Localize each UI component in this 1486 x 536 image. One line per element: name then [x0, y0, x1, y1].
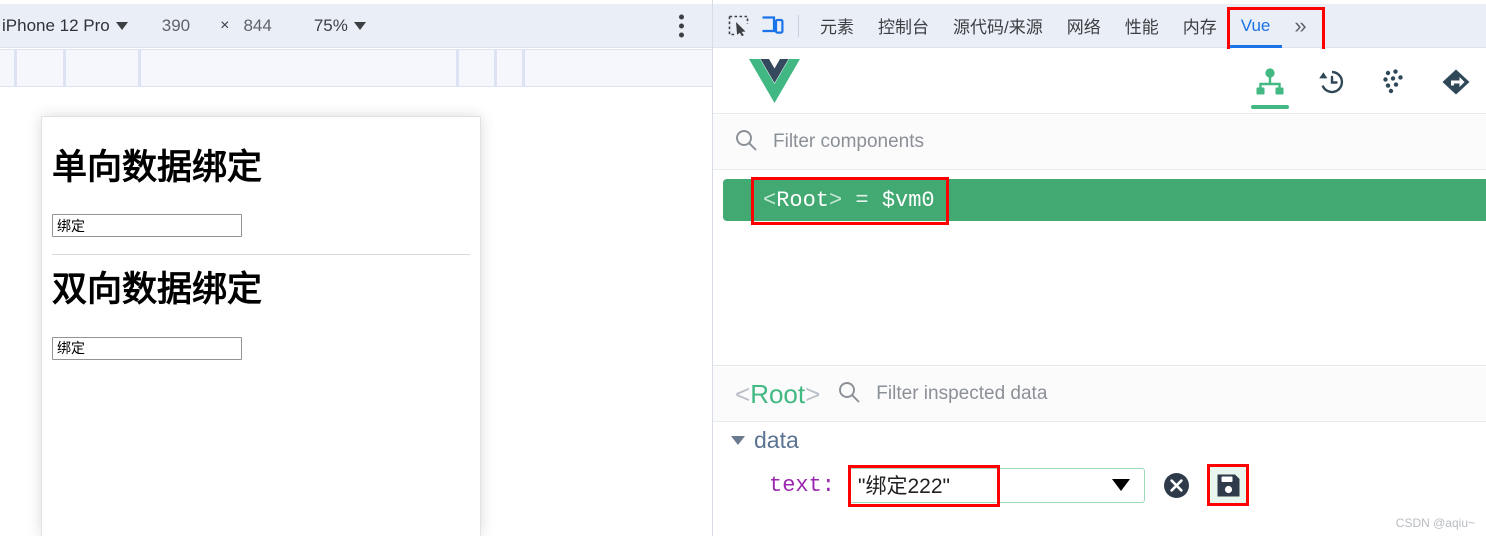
ruler-tick: [63, 50, 66, 86]
triangle-down-icon[interactable]: [731, 436, 745, 445]
ruler-tick: [138, 50, 141, 86]
viewport-ruler[interactable]: [0, 49, 712, 87]
tab-vue[interactable]: Vue: [1226, 4, 1325, 53]
angle-open: <: [735, 378, 751, 409]
vue-tool-tabs: [1239, 49, 1486, 114]
inspected-component-label: <Root>: [735, 379, 820, 410]
viewport-height-input[interactable]: 844: [243, 16, 271, 36]
kebab-dot: [679, 14, 684, 19]
toolbar-divider: [798, 14, 799, 37]
component-tree: <Root> = $vm0: [713, 171, 1486, 366]
zoom-selector[interactable]: 75%: [314, 16, 366, 36]
ruler-tick: [14, 50, 17, 86]
inspected-component-name: Root: [750, 378, 806, 409]
kebab-dot: [679, 23, 684, 28]
data-field-row: text: "绑定222": [769, 464, 1250, 507]
data-field-name: text:: [769, 472, 836, 498]
angle-open: <: [763, 187, 777, 213]
tab-sources[interactable]: 源代码/来源: [941, 4, 1055, 48]
dimension-separator: ×: [220, 16, 230, 34]
tree-row-label: <Root> = $vm0: [763, 188, 935, 213]
inspect-element-icon[interactable]: [721, 12, 755, 40]
devtools-tabbar: 元素 控制台 源代码/来源 网络 性能 内存 Vue »: [713, 4, 1486, 53]
router-icon[interactable]: [1425, 49, 1486, 114]
tab-performance[interactable]: 性能: [1113, 4, 1171, 48]
components-tree-icon[interactable]: [1239, 49, 1301, 114]
more-tabs-chevron-icon[interactable]: »: [1294, 13, 1306, 39]
section-divider: [52, 254, 470, 256]
device-toolbar: iPhone 12 Pro 390 × 844 75%: [0, 4, 712, 48]
devtools-panel: 元素 控制台 源代码/来源 网络 性能 内存 Vue » Filter comp…: [712, 0, 1486, 536]
viewport-width-input[interactable]: 390: [162, 16, 190, 36]
component-filter-row: [713, 115, 1486, 170]
tab-network[interactable]: 网络: [1055, 4, 1113, 48]
filter-inspected-data-input[interactable]: [874, 382, 1295, 406]
ruler-tick: [456, 50, 459, 86]
heading-one-way-binding: 单向数据绑定: [52, 148, 263, 187]
data-value-editor[interactable]: "绑定222": [848, 464, 1146, 507]
device-more-options-button[interactable]: [679, 14, 684, 37]
tree-row-root[interactable]: <Root> = $vm0: [723, 179, 1486, 221]
chevron-down-icon: [353, 21, 366, 30]
data-value-text: "绑定222": [858, 475, 950, 498]
watermark-text: CSDN @aqiu~: [1395, 516, 1475, 530]
ruler-tick: [522, 50, 525, 86]
filter-components-input[interactable]: [771, 130, 1271, 154]
inspected-data-area: data text: "绑定222" CSDN @aqiu~: [713, 423, 1486, 536]
vuex-dots-icon[interactable]: [1363, 49, 1425, 114]
one-way-binding-input[interactable]: [52, 214, 242, 238]
cancel-circle-icon[interactable]: [1163, 472, 1190, 499]
angle-close: >: [805, 378, 821, 409]
device-emulation-pane: iPhone 12 Pro 390 × 844 75% 单向数据绑定 绑定 双向…: [0, 0, 712, 536]
chevron-down-icon: [115, 21, 128, 30]
heading-two-way-binding: 双向数据绑定: [52, 270, 263, 310]
tab-memory[interactable]: 内存: [1171, 4, 1229, 48]
vue-logo: [747, 57, 802, 110]
vue-panel-header: [713, 49, 1486, 114]
device-toolbar-icon[interactable]: [755, 12, 789, 40]
equals-sign: =: [855, 187, 869, 213]
tab-console[interactable]: 控制台: [866, 4, 941, 48]
data-group-label: data: [754, 427, 799, 453]
two-way-binding-input[interactable]: [52, 336, 242, 360]
ruler-tick: [494, 50, 497, 86]
chevron-down-icon[interactable]: [1112, 479, 1131, 491]
timeline-history-icon[interactable]: [1301, 49, 1363, 114]
search-icon: [838, 381, 860, 408]
emulated-page-content: 单向数据绑定 双向数据绑定: [42, 117, 480, 360]
vm-instance-label: $vm0: [881, 187, 935, 213]
save-floppy-button[interactable]: [1207, 464, 1250, 506]
emulated-viewport[interactable]: 单向数据绑定 双向数据绑定: [41, 116, 481, 536]
data-group-row[interactable]: data: [731, 427, 799, 454]
device-selector[interactable]: iPhone 12 Pro: [2, 16, 128, 36]
search-icon: [735, 129, 757, 156]
device-name-label: iPhone 12 Pro: [2, 15, 110, 35]
angle-close: >: [829, 187, 843, 213]
tab-elements[interactable]: 元素: [808, 4, 866, 48]
screenshot-root: iPhone 12 Pro 390 × 844 75% 单向数据绑定 绑定 双向…: [0, 0, 1486, 536]
kebab-dot: [679, 32, 684, 37]
inspector-header: <Root>: [713, 367, 1486, 422]
zoom-level-label: 75%: [313, 15, 348, 35]
component-name: Root: [776, 187, 830, 213]
